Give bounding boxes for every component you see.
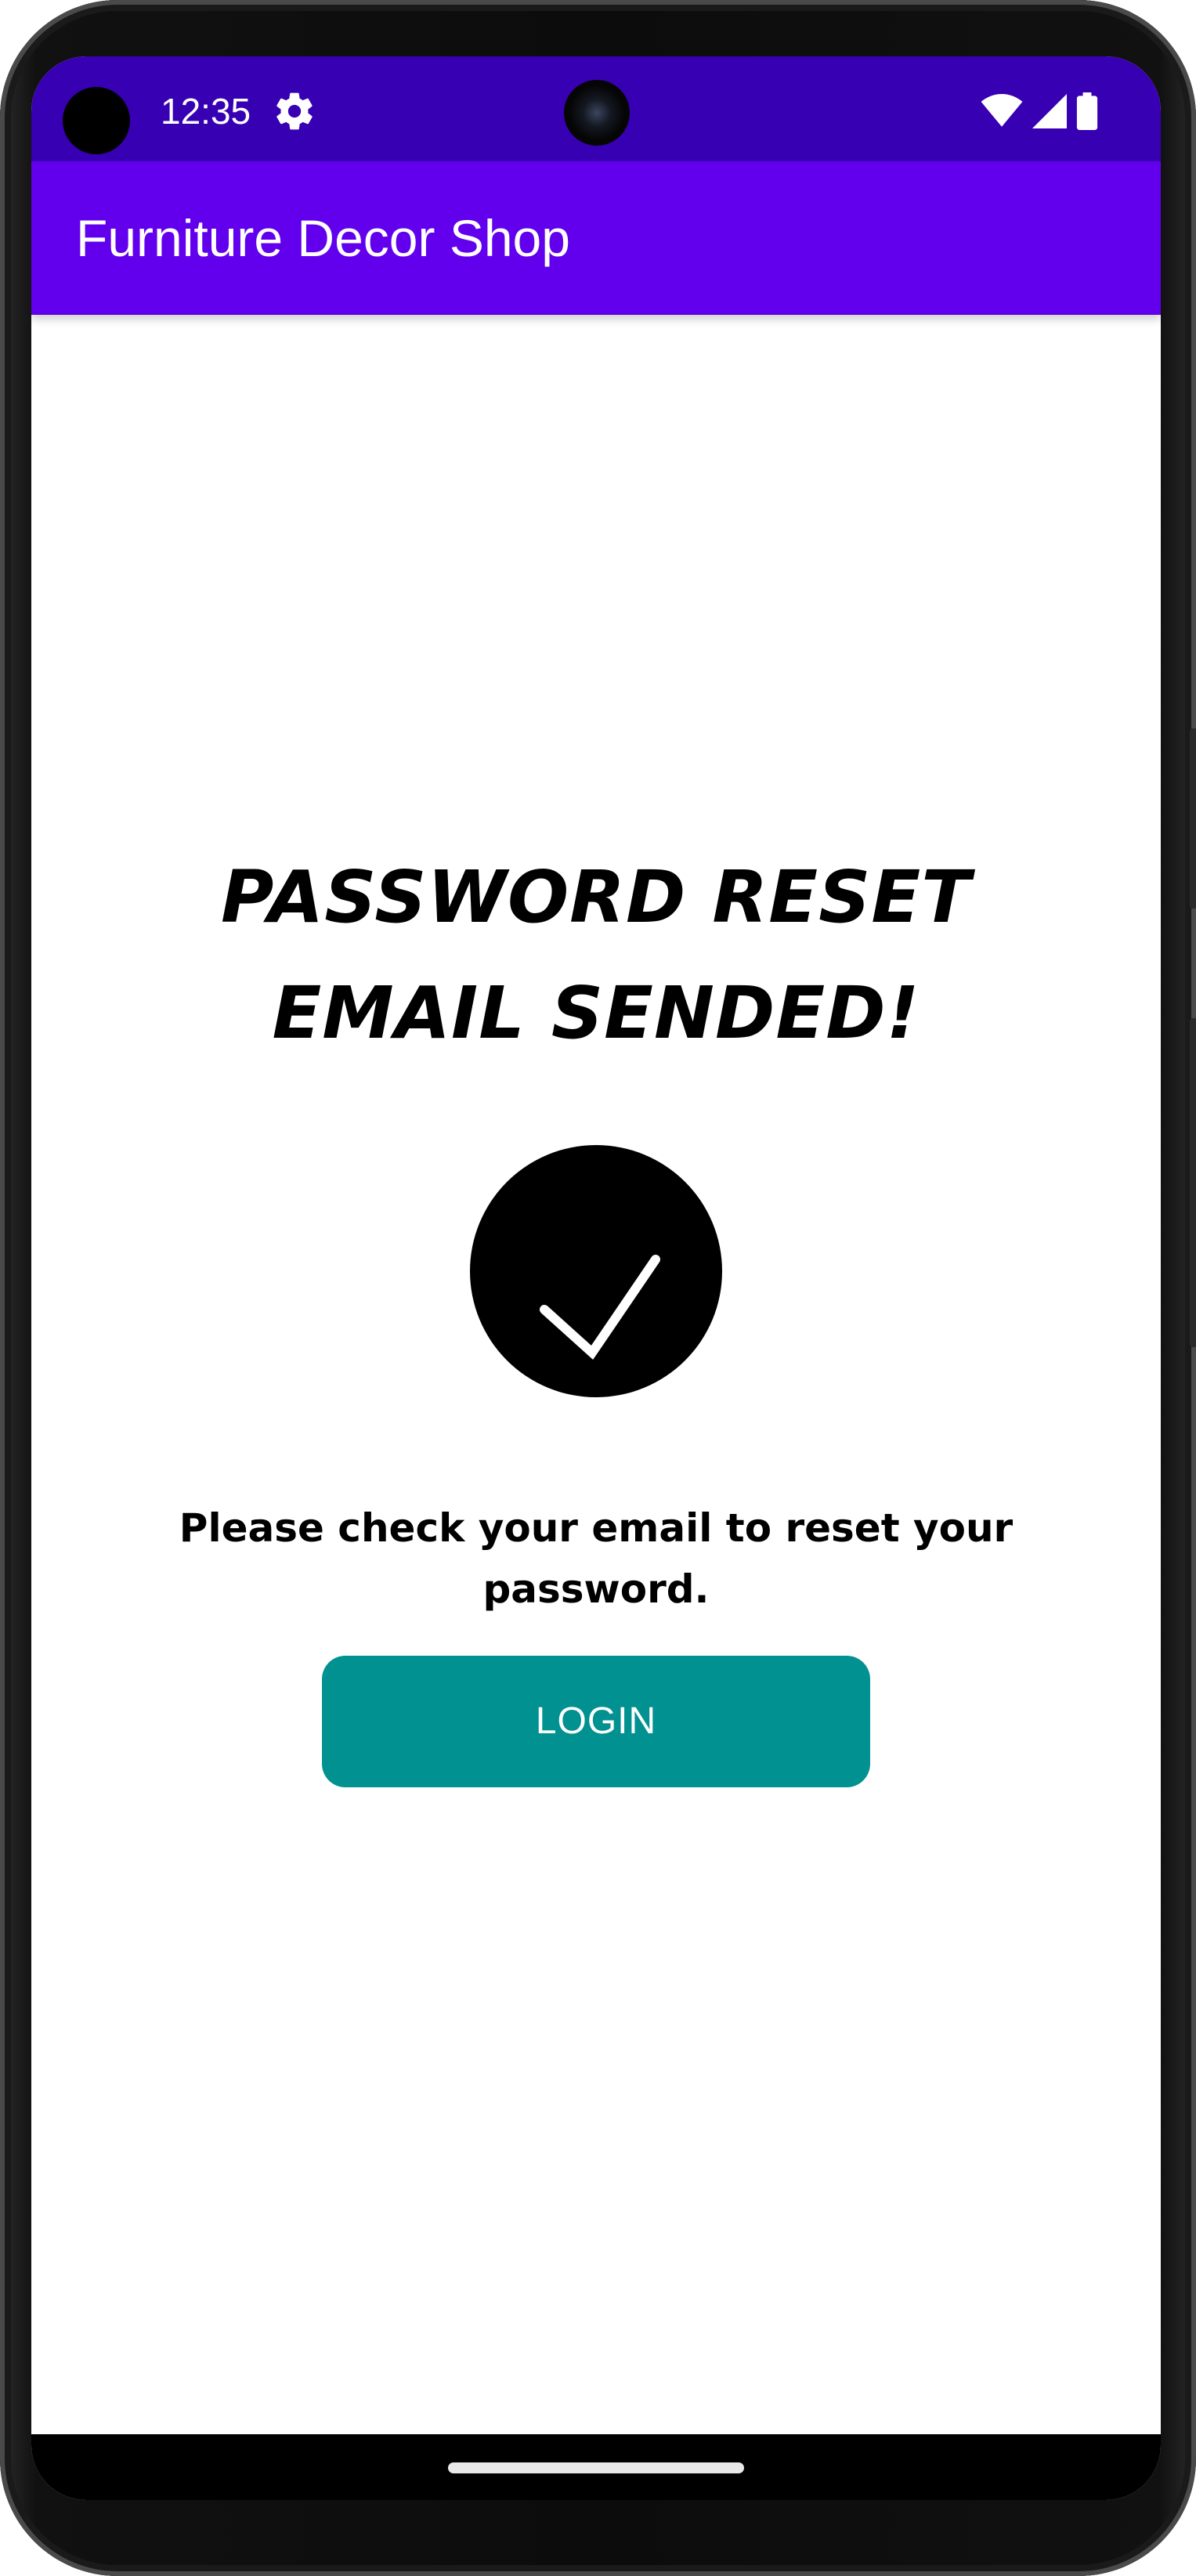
status-bar: 12:35 [31,56,1161,161]
wifi-icon [981,94,1023,127]
login-button[interactable]: LOGIN [322,1656,870,1787]
headline-line-1: PASSWORD RESET [221,855,971,939]
battery-icon [1076,92,1098,130]
screen: 12:35 Furniture Decor Shop PASSWORD RESE… [31,56,1161,2500]
phone-bezel: 12:35 Furniture Decor Shop PASSWORD RESE… [0,0,1196,2576]
home-indicator[interactable] [448,2462,744,2473]
headline-line-2: EMAIL SENDED! [272,971,920,1055]
volume-button [1190,728,1196,909]
front-camera [564,80,630,146]
settings-gear-icon [276,92,313,130]
system-icons [981,89,1098,133]
cellular-signal-icon [1032,94,1067,128]
page-title: PASSWORD RESET EMAIL SENDED! [31,840,1161,1071]
power-button [1190,1018,1196,1347]
device-frame: 12:35 Furniture Decor Shop PASSWORD RESE… [0,0,1196,2576]
app-title: Furniture Decor Shop [76,209,570,267]
camera-cutout [63,87,130,154]
app-bar: Furniture Decor Shop [31,161,1161,315]
checkmark-circle-icon [470,1145,722,1397]
instruction-message: Please check your email to reset your pa… [179,1505,1014,1612]
status-time: 12:35 [161,91,251,132]
checkmark-icon [540,1255,660,1360]
